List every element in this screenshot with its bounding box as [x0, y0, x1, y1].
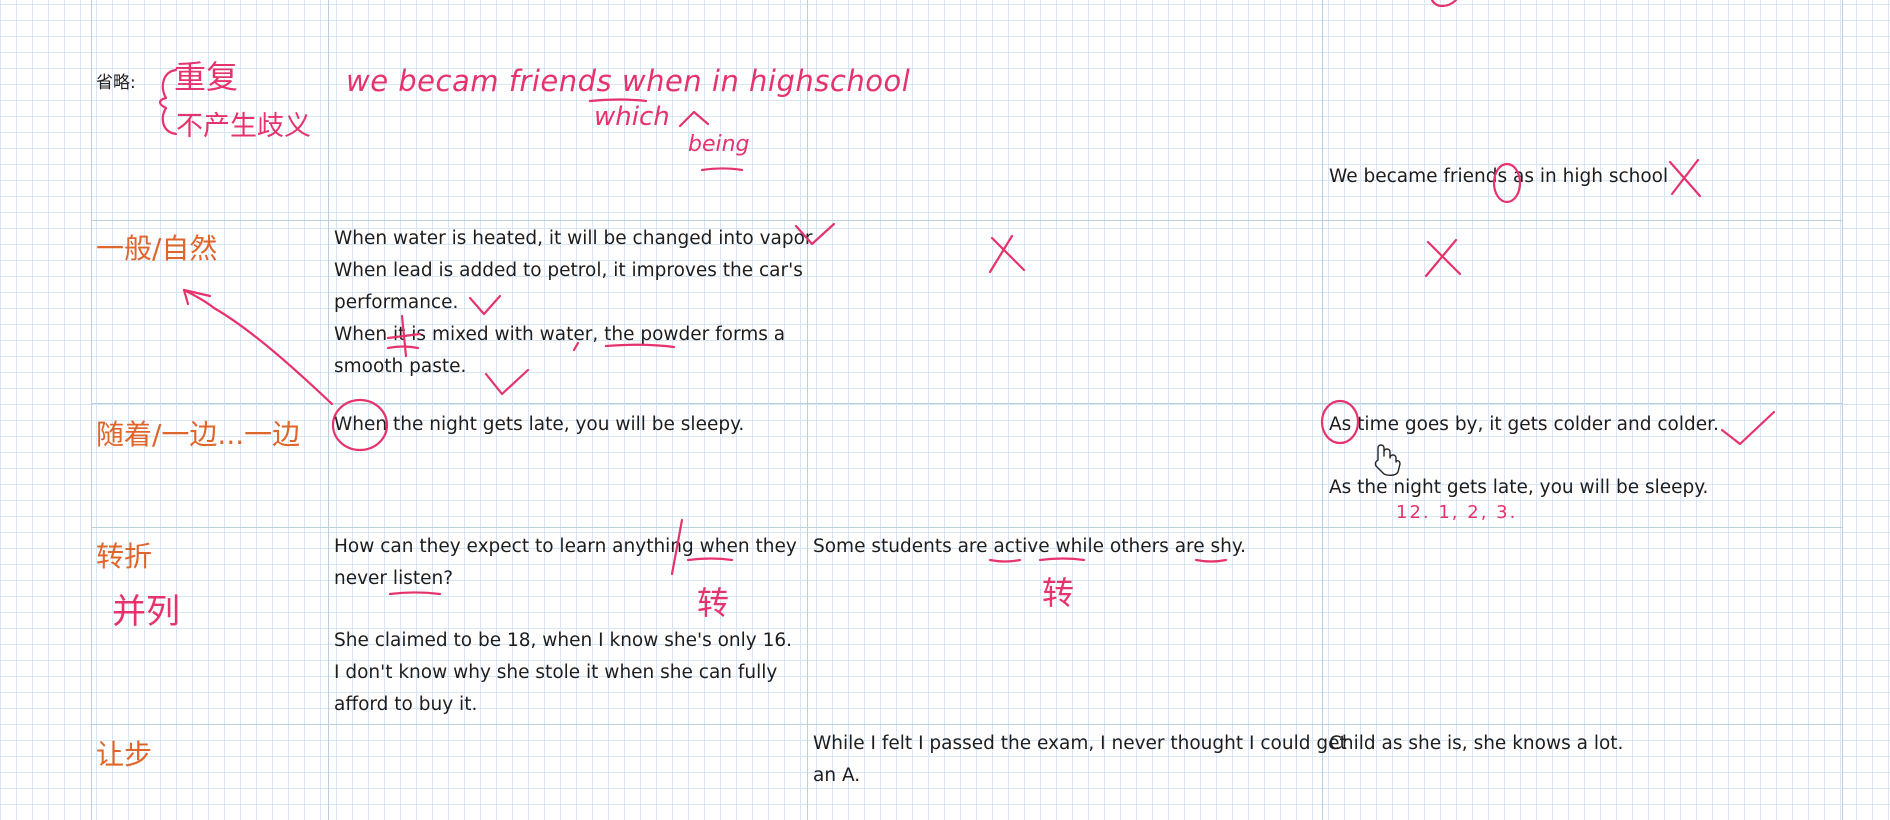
contrast-col2-line-4: I don't know why she stole it when she c… [334, 662, 778, 683]
ink-which: which [594, 102, 670, 132]
table-column-divider-1 [328, 0, 329, 820]
ink-being: being [688, 132, 750, 157]
concession-col3-line-2: an A. [813, 765, 861, 786]
concession-col3-line-1: While I felt I passed the exam, I never … [813, 733, 1347, 754]
cross-mark-2 [988, 234, 1026, 274]
row-divider-2 [91, 403, 1843, 404]
check-mark-2 [468, 294, 502, 316]
row-divider-4 [91, 724, 1843, 725]
concession-col4-line-1: Child as she is, she knows a lot. [1329, 733, 1624, 754]
general-line-5: smooth paste. [334, 356, 467, 377]
arrow-head-general [182, 288, 212, 306]
table-column-divider-3 [1322, 0, 1323, 820]
underline-being [700, 167, 744, 172]
table-border-left [91, 0, 92, 820]
contrast-col2-line-3: She claimed to be 18, when I know she's … [334, 630, 793, 651]
underline-when [588, 98, 648, 103]
cross-mark-1 [1668, 158, 1702, 198]
ink-no-ambiguity: 不产生歧义 [176, 111, 311, 142]
contrast-col2-line-5: afford to buy it. [334, 694, 478, 715]
category-contrast: 转折 [96, 540, 153, 573]
category-as-along: 随着/一边...一边 [96, 418, 301, 451]
category-concession: 让步 [96, 738, 153, 771]
contrast-col3-line-1: Some students are active while others ar… [813, 536, 1247, 557]
as-along-col2-line-1: When the night gets late, you will be sl… [334, 414, 745, 435]
contrast-col2-line-1: How can they expect to learn anything wh… [334, 536, 797, 557]
check-mark-4 [1720, 410, 1776, 446]
ink-turn-col2: 转 [697, 584, 730, 622]
general-line-1: When water is heated, it will be changed… [334, 228, 813, 249]
ink-example-sentence: we becam friends when in highschool [346, 64, 911, 98]
general-line-4: When it is mixed with water, the powder … [334, 324, 786, 345]
stroke-top-fragment [1430, 0, 1458, 8]
category-general: 一般/自然 [96, 232, 218, 265]
table-border-right [1842, 0, 1843, 820]
as-along-col4-line-1: As time goes by, it gets colder and cold… [1329, 414, 1719, 435]
as-along-col4-line-2: As the night gets late, you will be slee… [1329, 477, 1709, 498]
ink-parallel: 并列 [112, 592, 180, 632]
omission-example-as: We became friends as in high school [1329, 166, 1669, 187]
arrow-to-general [182, 288, 334, 406]
contrast-col2-line-2: never listen? [334, 568, 454, 589]
cross-mark-3 [1424, 238, 1462, 278]
insert-caret [678, 110, 710, 128]
check-mark-3 [484, 368, 530, 396]
general-line-2: When lead is added to petrol, it improve… [334, 260, 803, 281]
ink-turn-col3: 转 [1042, 574, 1075, 612]
row-divider-1 [91, 220, 1843, 221]
hand-cursor-icon [1374, 444, 1401, 477]
ink-repeat: 重复 [174, 58, 239, 96]
table-column-divider-2 [807, 0, 808, 820]
row-divider-3 [91, 527, 1843, 528]
ink-numbers: 12. 1, 2, 3. [1396, 502, 1518, 523]
general-line-3: performance. [334, 292, 459, 313]
omission-label: 省略: [96, 73, 136, 93]
